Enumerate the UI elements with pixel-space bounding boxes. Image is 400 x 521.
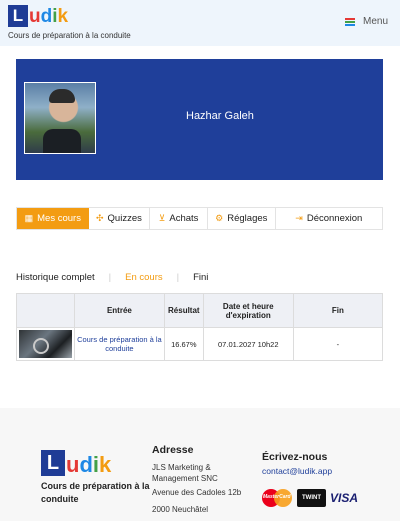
menu-button[interactable]: Menu: [344, 16, 388, 27]
profile-name: Hazhar Galeh: [186, 110, 254, 122]
visa-icon: VISA: [330, 491, 359, 505]
cart-icon: ⊻: [158, 213, 166, 223]
avatar: [24, 82, 96, 154]
filter-all[interactable]: Historique complet: [16, 272, 95, 283]
course-link[interactable]: Cours de préparation à la conduite: [74, 327, 165, 361]
header-subtitle: Cours de préparation à la conduite: [8, 31, 131, 40]
courses-icon: ▦: [24, 213, 34, 223]
tab-mes-cours[interactable]: ▦ Mes cours: [17, 208, 89, 229]
mastercard-label: MasterCard: [263, 494, 291, 500]
puzzle-icon: ✣: [96, 213, 104, 223]
tab-deconnexion[interactable]: ⇥ Déconnexion: [276, 208, 382, 229]
filter-in-progress[interactable]: En cours: [125, 272, 163, 283]
filter-separator: |: [108, 272, 112, 283]
table-header-row: Entrée Résultat Date et heure d'expirati…: [16, 293, 384, 328]
course-thumbnail[interactable]: [19, 330, 72, 358]
tab-label: Déconnexion: [306, 213, 363, 224]
settings-icon: ⚙: [215, 213, 224, 223]
logo-letter-u: u: [66, 452, 80, 477]
logout-icon: ⇥: [295, 213, 303, 223]
course-filters: Historique complet | En cours | Fini: [16, 272, 208, 283]
col-header-fin: Fin: [292, 293, 384, 328]
course-expiration: 07.01.2027 10h22: [202, 327, 294, 361]
hamburger-icon: [344, 17, 355, 26]
logo-letter-l: L: [41, 450, 65, 476]
tab-label: Quizzes: [107, 213, 142, 224]
courses-table: Entrée Résultat Date et heure d'expirati…: [16, 293, 384, 361]
profile-card: Hazhar Galeh: [16, 59, 383, 180]
logo[interactable]: L u d i k: [8, 5, 68, 27]
account-tabs: ▦ Mes cours ✣ Quizzes ⊻ Achats ⚙ Réglage…: [16, 207, 383, 230]
address-city: 2000 Neuchâtel: [152, 505, 209, 514]
col-header-resultat: Résultat: [163, 293, 204, 328]
col-header-expiration: Date et heure d'expiration: [202, 293, 294, 328]
twint-icon: TWINT: [297, 489, 326, 507]
tab-label: Réglages: [227, 213, 268, 224]
logo-letter-k: k: [99, 452, 112, 477]
col-header-entree: Entrée: [74, 293, 165, 328]
footer-logo[interactable]: L u d i k: [41, 450, 111, 476]
tab-label: Achats: [169, 213, 199, 224]
col-header-image: [16, 293, 75, 328]
logo-letter-k: k: [57, 6, 69, 27]
filter-finished[interactable]: Fini: [193, 272, 208, 283]
address-title: Adresse: [152, 444, 194, 456]
logo-letter-d: d: [40, 6, 53, 27]
tab-quizzes[interactable]: ✣ Quizzes: [89, 208, 151, 229]
logo-letter-d: d: [79, 452, 93, 477]
address-company: JLS Marketing & Management SNC: [152, 463, 218, 483]
contact-email-link[interactable]: contact@ludik.app: [262, 466, 332, 476]
course-result: 16.67%: [163, 327, 204, 361]
tab-reglages[interactable]: ⚙ Réglages: [208, 208, 276, 229]
tab-achats[interactable]: ⊻ Achats: [150, 208, 208, 229]
course-end: -: [292, 327, 384, 361]
logo-letter-l: L: [8, 5, 28, 27]
contact-title: Écrivez-nous: [262, 451, 328, 463]
filter-separator: |: [176, 272, 180, 283]
address-street: Avenue des Cadoles 12b: [152, 488, 242, 497]
footer-tagline: Cours de préparation à la conduite: [41, 481, 150, 504]
tab-label: Mes cours: [37, 213, 81, 224]
logo-letter-u: u: [29, 6, 41, 27]
menu-label: Menu: [362, 16, 388, 27]
top-header: L u d i k Cours de préparation à la cond…: [0, 0, 400, 46]
mastercard-icon: MasterCard: [262, 489, 292, 507]
course-thumbnail-cell: [16, 327, 75, 361]
table-row: Cours de préparation à la conduite 16.67…: [16, 327, 384, 361]
